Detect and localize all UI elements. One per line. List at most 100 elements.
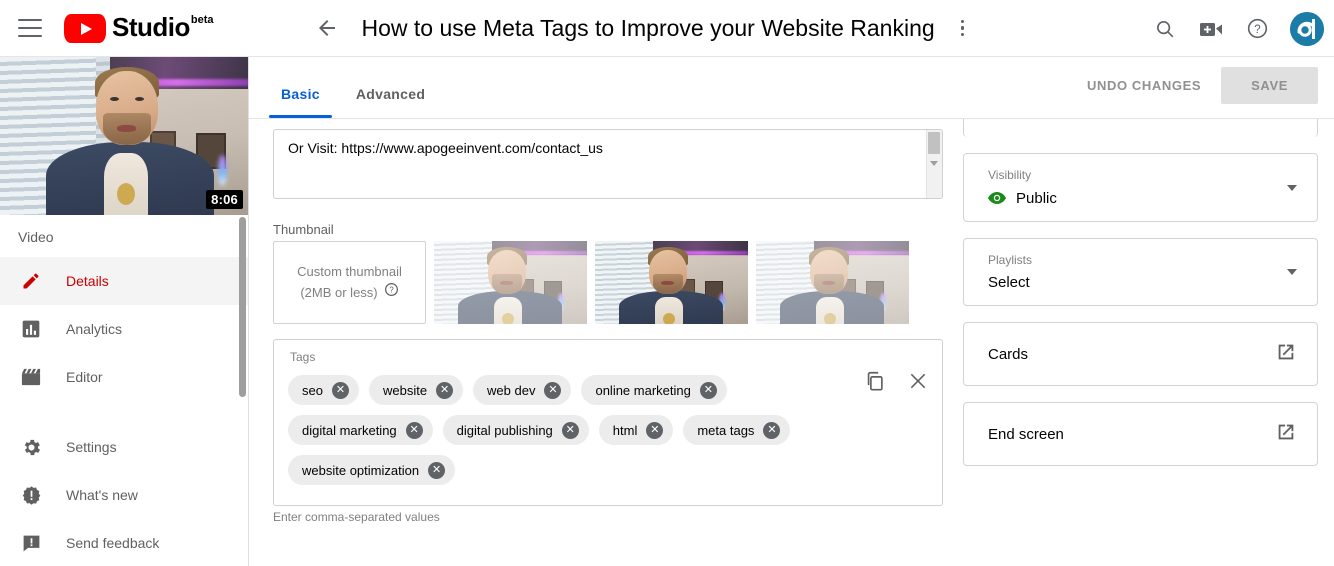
thumb-shirt-logo (824, 313, 836, 324)
remove-tag-icon[interactable]: ✕ (699, 381, 717, 399)
cards-link[interactable]: Cards (964, 323, 1317, 385)
avatar[interactable] (1290, 11, 1324, 46)
back-arrow-icon[interactable] (314, 15, 340, 41)
youtube-studio-logo[interactable]: Studio beta (64, 13, 214, 43)
feedback-icon (18, 533, 44, 554)
remove-tag-icon[interactable]: ✕ (763, 421, 781, 439)
cards-label: Cards (988, 345, 1029, 363)
tag-chip[interactable]: web dev ✕ (473, 375, 572, 405)
tag-label: html (612, 422, 638, 438)
tag-label: digital marketing (302, 422, 397, 438)
remove-tag-icon[interactable]: ✕ (428, 461, 446, 479)
remove-tag-icon[interactable]: ✕ (544, 381, 562, 399)
playlists-select[interactable]: Playlists Select (964, 239, 1317, 305)
svg-text:?: ? (1254, 24, 1260, 36)
chevron-down-icon[interactable] (1287, 184, 1297, 191)
tag-chip[interactable]: meta tags ✕ (683, 415, 791, 445)
tab-basic[interactable]: Basic (269, 86, 332, 118)
sidebar-item-details[interactable]: Details (0, 257, 248, 305)
bar-chart-icon (18, 319, 44, 339)
visibility-card[interactable]: Visibility Public (963, 153, 1318, 222)
thumbnail-lamp (218, 155, 227, 185)
sidebar-scrollbar[interactable] (239, 217, 246, 397)
hamburger-icon[interactable] (18, 19, 42, 37)
undo-changes-button[interactable]: UNDO CHANGES (1073, 68, 1215, 103)
editor-actions: UNDO CHANGES SAVE (1073, 67, 1318, 104)
custom-thumbnail-upload[interactable]: Custom thumbnail (2MB or less) ? (273, 241, 426, 324)
sidebar-item-settings[interactable]: Settings (0, 423, 248, 471)
sidebar-item-send-feedback[interactable]: Send feedback (0, 519, 248, 566)
thumb-shirt-logo (502, 313, 514, 324)
search-icon[interactable] (1150, 14, 1180, 44)
tag-chip[interactable]: website optimization ✕ (288, 455, 456, 485)
remove-tag-icon[interactable]: ✕ (561, 421, 579, 439)
close-icon[interactable] (908, 371, 928, 396)
sidebar-item-analytics[interactable]: Analytics (0, 305, 248, 353)
pencil-icon (18, 271, 44, 291)
tag-chip[interactable]: seo ✕ (288, 375, 359, 405)
tags-chip-list: seo ✕ website ✕ web dev ✕ online marketi… (274, 364, 942, 485)
panel-card-partial (963, 119, 1318, 137)
thumb-mouth (500, 281, 513, 285)
visibility-label: Visibility (988, 168, 1032, 182)
remove-tag-icon[interactable]: ✕ (436, 381, 454, 399)
sidebar-item-label: Settings (66, 439, 117, 455)
help-circle-icon[interactable]: ? (1242, 14, 1272, 44)
video-preview-thumbnail[interactable]: 8:06 (0, 57, 248, 215)
chevron-down-icon[interactable] (1287, 269, 1297, 275)
thumbnail-options: Custom thumbnail (2MB or less) ? (273, 241, 909, 324)
description-field[interactable]: Or Visit: https://www.apogeeinvent.com/c… (273, 129, 943, 199)
tag-chip[interactable]: digital marketing ✕ (288, 415, 433, 445)
end-screen-link[interactable]: End screen (964, 403, 1317, 465)
top-app-bar: Studio beta How to use Meta Tags to Impr… (0, 0, 1334, 57)
help-circle-icon[interactable]: ? (384, 282, 399, 303)
sidebar-divider-gap (0, 401, 248, 423)
copy-icon[interactable] (864, 370, 886, 397)
thumbnail-option-1[interactable] (434, 241, 587, 324)
video-duration-badge: 8:06 (206, 190, 243, 209)
tag-chip[interactable]: online marketing ✕ (581, 375, 727, 405)
open-in-new-icon[interactable] (1275, 341, 1297, 367)
thumbnail-option-3[interactable] (756, 241, 909, 324)
tag-chip[interactable]: digital publishing ✕ (442, 415, 589, 445)
remove-tag-icon[interactable]: ✕ (331, 381, 349, 399)
remove-tag-icon[interactable]: ✕ (405, 421, 423, 439)
chevron-down-icon[interactable] (928, 156, 940, 170)
tags-hint: Enter comma-separated values (273, 510, 440, 524)
sidebar-item-label: Send feedback (66, 535, 160, 551)
tags-label: Tags (290, 350, 316, 364)
thumbnail-person-mouth (117, 125, 136, 132)
sidebar-item-whats-new[interactable]: What's new (0, 471, 248, 519)
tag-chip[interactable]: html ✕ (598, 415, 674, 445)
description-scrollbar[interactable] (926, 130, 942, 198)
thumbnail-option-2[interactable] (595, 241, 748, 324)
thumbnail-shirt-logo (117, 183, 135, 205)
open-in-new-icon[interactable] (1275, 421, 1297, 447)
sidebar-section-label: Video (18, 229, 54, 245)
remove-tag-icon[interactable]: ✕ (646, 421, 664, 439)
sidebar-item-label: Details (66, 273, 109, 289)
sidebar-item-editor[interactable]: Editor (0, 353, 248, 401)
description-scrollbar-thumb[interactable] (928, 132, 940, 154)
clapperboard-icon (18, 367, 44, 387)
visibility-select[interactable]: Visibility Public (964, 154, 1317, 221)
tag-label: digital publishing (456, 422, 553, 438)
topbar-actions: ? (1150, 0, 1324, 57)
tab-advanced[interactable]: Advanced (350, 86, 431, 118)
playlists-value: Select (988, 274, 1030, 291)
custom-thumbnail-line1: Custom thumbnail (297, 264, 402, 279)
tag-label: meta tags (697, 422, 755, 438)
kebab-menu-icon[interactable] (951, 16, 975, 40)
tag-chip[interactable]: website ✕ (368, 375, 464, 405)
tags-actions (864, 370, 928, 397)
cards-card[interactable]: Cards (963, 322, 1318, 386)
thumbnail-person-eye (135, 97, 144, 101)
visibility-value: Public (1016, 189, 1057, 207)
tags-field[interactable]: Tags seo ✕ website ✕ web dev ✕ online ma… (273, 339, 943, 506)
end-screen-card[interactable]: End screen (963, 402, 1318, 466)
save-button[interactable]: SAVE (1221, 67, 1318, 104)
playlists-card[interactable]: Playlists Select (963, 238, 1318, 306)
svg-text:?: ? (389, 285, 394, 294)
video-camera-plus-icon[interactable] (1196, 14, 1226, 44)
thumb-mouth (661, 281, 674, 285)
